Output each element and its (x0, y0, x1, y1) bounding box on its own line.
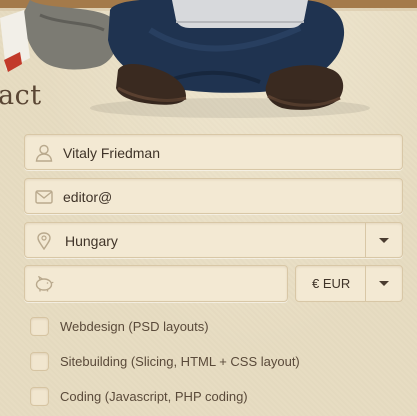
name-value: Vitaly Friedman (63, 145, 161, 161)
checkbox[interactable] (30, 386, 49, 406)
name-field[interactable]: Vitaly Friedman (24, 134, 403, 170)
currency-select[interactable]: € EUR (295, 265, 403, 302)
currency-value: € EUR (312, 276, 351, 291)
piggy-bank-icon (34, 275, 54, 293)
country-select[interactable]: Hungary (24, 222, 403, 258)
location-pin-icon (34, 232, 54, 250)
user-icon (34, 144, 54, 162)
service-option-coding[interactable]: Coding (Javascript, PHP coding) (30, 386, 248, 406)
checkbox-label: Webdesign (PSD layouts) (60, 318, 209, 334)
checkbox[interactable] (30, 351, 49, 371)
hero-illustration (0, 0, 417, 125)
envelope-icon (34, 188, 54, 206)
checkbox-label: Sitebuilding (Slicing, HTML + CSS layout… (60, 353, 300, 369)
person-with-laptop-illustration (0, 0, 417, 118)
email-field[interactable]: editor@ (24, 178, 403, 214)
chevron-down-icon[interactable] (366, 266, 402, 301)
country-value: Hungary (65, 233, 118, 249)
email-value: editor@ (63, 189, 113, 205)
checkbox-label: Coding (Javascript, PHP coding) (60, 388, 248, 404)
budget-field[interactable] (24, 265, 288, 302)
checkbox[interactable] (30, 316, 49, 336)
chevron-down-icon[interactable] (366, 223, 402, 257)
service-option-webdesign[interactable]: Webdesign (PSD layouts) (30, 316, 209, 336)
service-option-sitebuilding[interactable]: Sitebuilding (Slicing, HTML + CSS layout… (30, 351, 300, 371)
page-title: act (0, 80, 42, 111)
